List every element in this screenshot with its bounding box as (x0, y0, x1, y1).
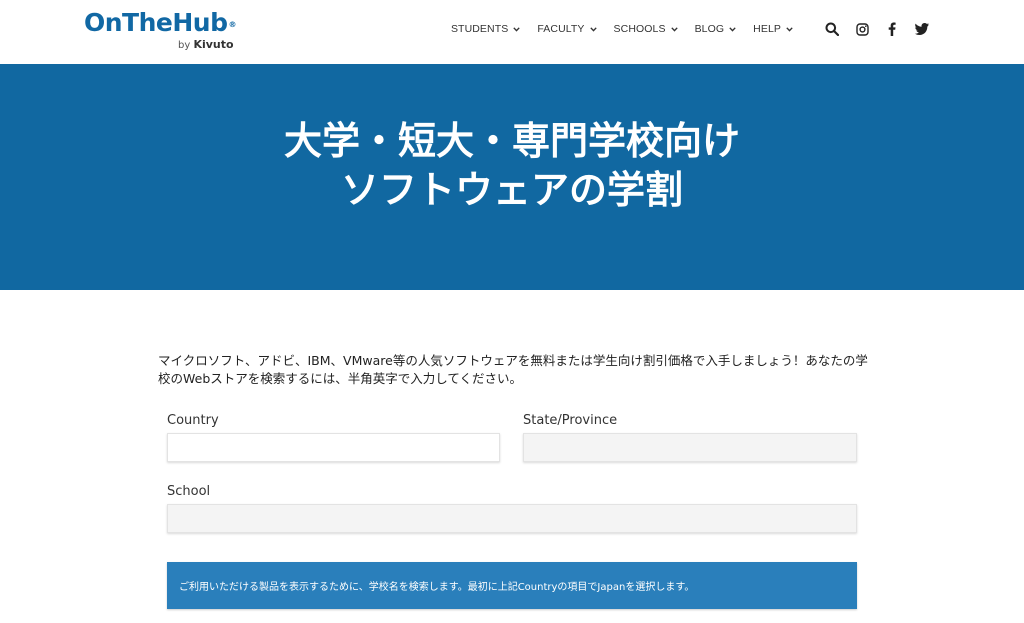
nav-blog[interactable]: BLOG (695, 23, 737, 35)
logo-by: by (178, 40, 191, 51)
nav-schools-label: SCHOOLS (613, 23, 666, 35)
facebook-icon[interactable] (884, 21, 900, 37)
logo-wordmark: OnTheHub (84, 8, 228, 37)
info-notice-text: ご利用いただける製品を表示するために、学校名を検索します。最初に上記Countr… (179, 582, 695, 593)
state-province-field[interactable] (523, 433, 857, 462)
country-field[interactable] (167, 433, 500, 462)
chevron-down-icon (786, 26, 793, 32)
chevron-down-icon (670, 26, 678, 32)
info-notice: ご利用いただける製品を表示するために、学校名を検索します。最初に上記Countr… (167, 562, 857, 609)
nav-help[interactable]: HELP (753, 23, 793, 35)
chevron-down-icon (589, 26, 597, 32)
nav-schools[interactable]: SCHOOLS (614, 23, 678, 35)
instagram-icon[interactable] (854, 21, 870, 37)
twitter-icon[interactable] (914, 21, 930, 37)
school-input[interactable] (168, 505, 856, 532)
state-province-label: State/Province (523, 413, 618, 428)
nav-students-label: STUDENTS (450, 23, 509, 35)
school-field[interactable] (167, 504, 857, 533)
hero-title-line-1: 大学・短大・専門学校向け (283, 119, 740, 164)
nav-blog-label: BLOG (694, 23, 725, 35)
logo-registered-mark: ® (228, 20, 236, 29)
hero-banner: 大学・短大・専門学校向け ソフトウェアの学割 (0, 64, 1024, 290)
country-input[interactable] (168, 434, 499, 461)
chevron-down-icon (729, 26, 736, 32)
site-header: OnTheHub® by Kivuto STUDENTS FACULTY SCH… (0, 0, 1024, 64)
school-label: School (167, 484, 211, 499)
search-icon[interactable] (824, 21, 840, 37)
chevron-down-icon (513, 26, 521, 32)
nav-students[interactable]: STUDENTS (450, 23, 521, 35)
logo-byline: by Kivuto (178, 38, 234, 51)
main-nav: STUDENTS FACULTY SCHOOLS BLOG HELP (451, 21, 930, 37)
nav-faculty-label: FACULTY (537, 23, 585, 35)
main-content: マイクロソフト、アドビ、IBM、VMware等の人気ソフトウェアを無料または学生… (0, 290, 1024, 623)
intro-text: マイクロソフト、アドビ、IBM、VMware等の人気ソフトウェアを無料または学生… (158, 353, 868, 386)
country-label: Country (167, 413, 219, 428)
nav-help-label: HELP (753, 23, 781, 35)
hero-title-line-2: ソフトウェアの学割 (340, 168, 683, 213)
logo-kivuto: Kivuto (193, 38, 234, 51)
hero-title: 大学・短大・専門学校向け ソフトウェアの学割 (284, 117, 740, 215)
nav-faculty[interactable]: FACULTY (537, 23, 597, 35)
state-province-input[interactable] (524, 434, 856, 461)
ontheHub-logo[interactable]: OnTheHub® by Kivuto (84, 8, 236, 52)
